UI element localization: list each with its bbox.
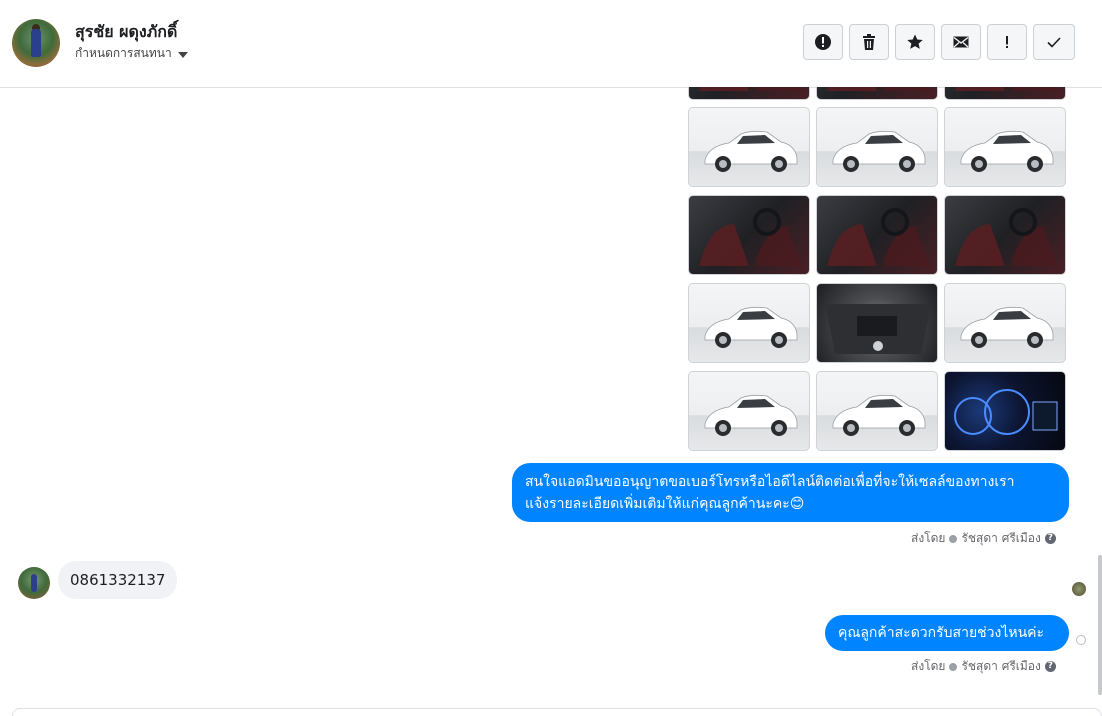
scrollbar[interactable] (1098, 555, 1102, 695)
car-image (832, 130, 926, 172)
agent-status-icon (949, 662, 958, 671)
mail-icon (953, 36, 969, 48)
trash-icon (863, 34, 875, 50)
car-image (832, 394, 926, 436)
interior-image (827, 87, 929, 91)
sent-by-label: ส่งโดย (911, 531, 946, 545)
photo-gallery (688, 87, 1068, 453)
photo-thumbnail[interactable] (688, 283, 810, 363)
spam-icon (815, 34, 831, 50)
photo-thumbnail[interactable] (944, 371, 1066, 451)
photo-thumbnail[interactable] (688, 195, 810, 275)
message-line: คุณลูกค้าสะดวกรับสายช่วงไหนค่ะ (838, 625, 1045, 641)
car-image (704, 130, 798, 172)
delivered-icon (1076, 635, 1086, 645)
star-button[interactable] (895, 24, 935, 60)
help-icon[interactable]: ? (1044, 661, 1056, 672)
photo-thumbnail[interactable] (816, 107, 938, 187)
interior-image (955, 208, 1057, 266)
incoming-message[interactable]: 0861332137 (58, 561, 178, 599)
interior-image (699, 87, 801, 91)
sent-by-info: ส่งโดย รัชสุดา ศรีเมือง ? (911, 529, 1056, 548)
conversation-stage-dropdown[interactable]: กำหนดการสนทนา (75, 44, 188, 63)
caret-down-icon (177, 51, 188, 58)
car-image (960, 130, 1054, 172)
photo-thumbnail[interactable] (944, 87, 1066, 100)
contact-name[interactable]: สุรชัย ผดุงภักดิ์ (75, 20, 177, 45)
mark-unread-button[interactable] (941, 24, 981, 60)
interior-image (955, 87, 1057, 91)
photo-thumbnail[interactable] (816, 195, 938, 275)
car-image (960, 306, 1054, 348)
outgoing-message[interactable]: คุณลูกค้าสะดวกรับสายช่วงไหนค่ะ (825, 615, 1069, 651)
sent-by-info: ส่งโดย รัชสุดา ศรีเมือง ? (911, 657, 1056, 676)
photo-thumbnail[interactable] (688, 107, 810, 187)
message-composer[interactable] (12, 708, 1102, 716)
agent-name[interactable]: รัชสุดา ศรีเมือง (961, 657, 1040, 676)
engine-image (825, 304, 931, 354)
photo-thumbnail[interactable] (688, 371, 810, 451)
message-line: แจ้งรายละเอียดเพิ่มเติมให้แก่คุณลูกค้านะ… (525, 496, 805, 512)
interior-image (699, 208, 801, 266)
agent-status-icon (949, 534, 958, 543)
message-line: สนใจแอดมินขออนุญาตขอเบอร์โทรหรือไอดีไลน์… (525, 474, 1015, 490)
photo-thumbnail[interactable] (944, 107, 1066, 187)
photo-thumbnail[interactable] (816, 283, 938, 363)
header-actions (803, 24, 1075, 60)
star-icon (907, 34, 923, 49)
agent-name[interactable]: รัชสุดา ศรีเมือง (961, 529, 1040, 548)
stage-label: กำหนดการสนทนา (75, 46, 172, 60)
contact-avatar[interactable] (12, 19, 60, 67)
sent-by-label: ส่งโดย (911, 659, 946, 673)
mark-done-button[interactable] (1033, 24, 1075, 60)
photo-thumbnail[interactable] (944, 283, 1066, 363)
seen-avatar (1072, 582, 1086, 596)
check-icon (1047, 37, 1061, 48)
photo-thumbnail[interactable] (816, 371, 938, 451)
photo-thumbnail[interactable] (944, 195, 1066, 275)
photo-thumbnail[interactable] (688, 87, 810, 100)
important-button[interactable] (987, 24, 1027, 60)
delete-button[interactable] (849, 24, 889, 60)
car-image (704, 306, 798, 348)
spam-button[interactable] (803, 24, 843, 60)
help-icon[interactable]: ? (1044, 533, 1056, 544)
photo-thumbnail[interactable] (816, 87, 938, 100)
outgoing-message[interactable]: สนใจแอดมินขออนุญาตขอเบอร์โทรหรือไอดีไลน์… (512, 463, 1069, 522)
contact-avatar-small[interactable] (18, 567, 50, 599)
car-image (704, 394, 798, 436)
interior-image (827, 208, 929, 266)
conversation-header: สุรชัย ผดุงภักดิ์ กำหนดการสนทนา (0, 0, 1102, 88)
important-icon (1006, 36, 1008, 48)
dashboard-image (954, 389, 1058, 435)
